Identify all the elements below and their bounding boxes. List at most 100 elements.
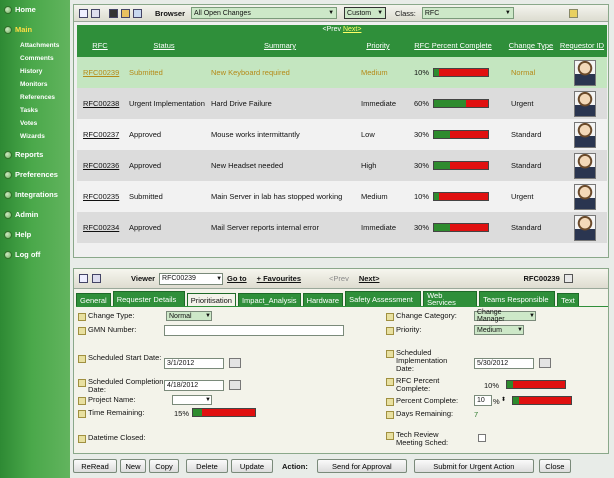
rfc-link[interactable]: RFC00236: [83, 161, 119, 170]
column-header-percent-complete[interactable]: RFC Percent Complete: [401, 35, 505, 57]
tab-impact-analysis[interactable]: Impact_Analysis: [237, 293, 301, 307]
summary-cell: Mouse works intermittantly: [205, 119, 355, 150]
calendar-icon[interactable]: [229, 380, 241, 390]
sidebar-subitem-comments[interactable]: Comments: [20, 55, 54, 62]
project-name-select[interactable]: ▼: [172, 395, 212, 405]
sidebar-subitem-references[interactable]: References: [20, 94, 55, 101]
rfc-link[interactable]: RFC00238: [83, 99, 119, 108]
priority-select[interactable]: Medium ▼: [474, 325, 524, 335]
calendar-icon[interactable]: [229, 358, 241, 368]
reread-button[interactable]: ReRead: [73, 459, 117, 473]
rfc-link[interactable]: RFC00239: [83, 68, 119, 77]
calendar-icon[interactable]: [539, 358, 551, 368]
tab-general[interactable]: General: [76, 293, 111, 307]
sidebar-item-integrations[interactable]: Integrations: [4, 190, 58, 199]
new-button[interactable]: New: [120, 459, 146, 473]
send-for-approval-button[interactable]: Send for Approval: [316, 459, 407, 473]
table-row[interactable]: RFC00236 Approved New Headset needed Hig…: [77, 150, 607, 181]
rfc-link[interactable]: RFC00235: [83, 192, 119, 201]
tab-bar: General Requester Details Prioritisation…: [76, 291, 608, 307]
export-icon[interactable]: [133, 8, 142, 18]
class-select[interactable]: RFC ▼: [421, 7, 514, 19]
tab-web-services[interactable]: Web Services: [423, 291, 478, 307]
tech-review-checkbox[interactable]: [478, 434, 486, 442]
table-row[interactable]: RFC00234 Approved Mail Server reports in…: [77, 212, 607, 243]
change-type-select[interactable]: Normal ▼: [166, 311, 212, 321]
sidebar-item-preferences[interactable]: Preferences: [4, 170, 58, 179]
progress-bar: [433, 192, 489, 202]
percent-complete-input[interactable]: 10: [474, 395, 492, 406]
table-row[interactable]: RFC00238 Urgent Implementation Hard Driv…: [77, 88, 607, 119]
tab-hardware[interactable]: Hardware: [302, 293, 344, 307]
browser-select[interactable]: All Open Changes ▼: [191, 7, 338, 19]
favourites-link[interactable]: + Favourites: [257, 274, 301, 283]
column-header-priority[interactable]: Priority: [355, 35, 401, 57]
viewer-label: Viewer: [131, 274, 156, 283]
submit-urgent-button[interactable]: Submit for Urgent Action: [413, 459, 534, 473]
sidebar: Home Main Attachments Comments History M…: [0, 0, 70, 478]
sidebar-subitem-monitors[interactable]: Monitors: [20, 81, 47, 88]
viewer-next-link[interactable]: Next>: [359, 274, 380, 283]
tab-text[interactable]: Text: [557, 293, 579, 307]
viewer-select[interactable]: RFC00239 ▼: [159, 272, 224, 285]
gmn-number-input[interactable]: [164, 325, 344, 336]
column-header-change-type[interactable]: Change Type: [505, 35, 557, 57]
sidebar-item-logoff[interactable]: Log off: [4, 250, 40, 259]
update-button[interactable]: Update: [231, 459, 273, 473]
delete-button[interactable]: Delete: [186, 459, 228, 473]
percent-cell: 30%: [401, 119, 505, 150]
table-row[interactable]: RFC00239 Submitted New Keyboard required…: [77, 57, 607, 88]
change-category-select[interactable]: Change Manager ▼: [474, 309, 536, 323]
sidebar-item-main[interactable]: Main: [4, 25, 32, 34]
tab-requester-details[interactable]: Requester Details: [112, 291, 185, 307]
list-icon[interactable]: [91, 8, 100, 18]
sidebar-item-label: Admin: [15, 210, 39, 219]
sidebar-subitem-tasks[interactable]: Tasks: [20, 107, 38, 114]
sidebar-item-label: Main: [15, 25, 33, 34]
sidebar-subitem-history[interactable]: History: [20, 68, 42, 75]
column-header-summary[interactable]: Summary: [205, 35, 355, 57]
summary-cell: Main Server in lab has stopped working: [205, 181, 355, 212]
column-header-rfc[interactable]: RFC: [77, 35, 123, 57]
window-icon[interactable]: [79, 274, 88, 283]
next-page-link[interactable]: Next>: [343, 26, 361, 33]
sidebar-item-reports[interactable]: Reports: [4, 150, 43, 159]
viewer-prev-link[interactable]: <Prev: [329, 274, 349, 283]
status-cell: Submitted: [123, 181, 205, 212]
scheduled-completion-date-input[interactable]: 4/18/2012: [164, 380, 224, 391]
stepper-icon[interactable]: ⬍: [501, 396, 506, 403]
priority-cell: Immediate: [355, 212, 401, 243]
percent-cell: 10%: [401, 181, 505, 212]
tab-safety-assessment[interactable]: Safety Assessment: [345, 291, 422, 307]
table-row[interactable]: RFC00237 Approved Mouse works intermitta…: [77, 119, 607, 150]
status-cell: Urgent Implementation: [123, 88, 205, 119]
prev-page-link[interactable]: <Prev: [323, 26, 341, 33]
sidebar-subitem-attachments[interactable]: Attachments: [20, 42, 59, 49]
lock-icon[interactable]: [568, 8, 578, 18]
custom-select[interactable]: Custom ▼: [344, 7, 387, 19]
goto-link[interactable]: Go to: [227, 274, 247, 283]
sidebar-subitem-wizards[interactable]: Wizards: [20, 133, 45, 140]
column-header-requestor-id[interactable]: Requestor ID: [557, 35, 607, 57]
sidebar-item-admin[interactable]: Admin: [4, 210, 38, 219]
folder-icon[interactable]: [121, 8, 130, 18]
grid-icon[interactable]: [109, 8, 118, 18]
tab-teams-responsible[interactable]: Teams Responsible: [479, 291, 556, 307]
window-icon[interactable]: [79, 8, 88, 18]
copy-button[interactable]: Copy: [149, 459, 179, 473]
close-button[interactable]: Close: [538, 459, 571, 473]
scheduled-implementation-date-input[interactable]: 5/30/2012: [474, 358, 534, 369]
sidebar-subitem-votes[interactable]: Votes: [20, 120, 37, 127]
rfc-link[interactable]: RFC00234: [83, 223, 119, 232]
list-icon[interactable]: [92, 274, 101, 283]
percent-text: 30%: [413, 129, 429, 139]
tab-prioritisation[interactable]: Prioritisation: [186, 293, 236, 307]
scheduled-start-date-input[interactable]: 3/1/2012: [164, 358, 224, 369]
sidebar-item-home[interactable]: Home: [4, 5, 36, 14]
column-header-status[interactable]: Status: [123, 35, 205, 57]
lock-icon[interactable]: [563, 274, 573, 283]
table-row[interactable]: RFC00235 Submitted Main Server in lab ha…: [77, 181, 607, 212]
chevron-down-icon: ▼: [328, 10, 335, 16]
rfc-link[interactable]: RFC00237: [83, 130, 119, 139]
sidebar-item-help[interactable]: Help: [4, 230, 31, 239]
